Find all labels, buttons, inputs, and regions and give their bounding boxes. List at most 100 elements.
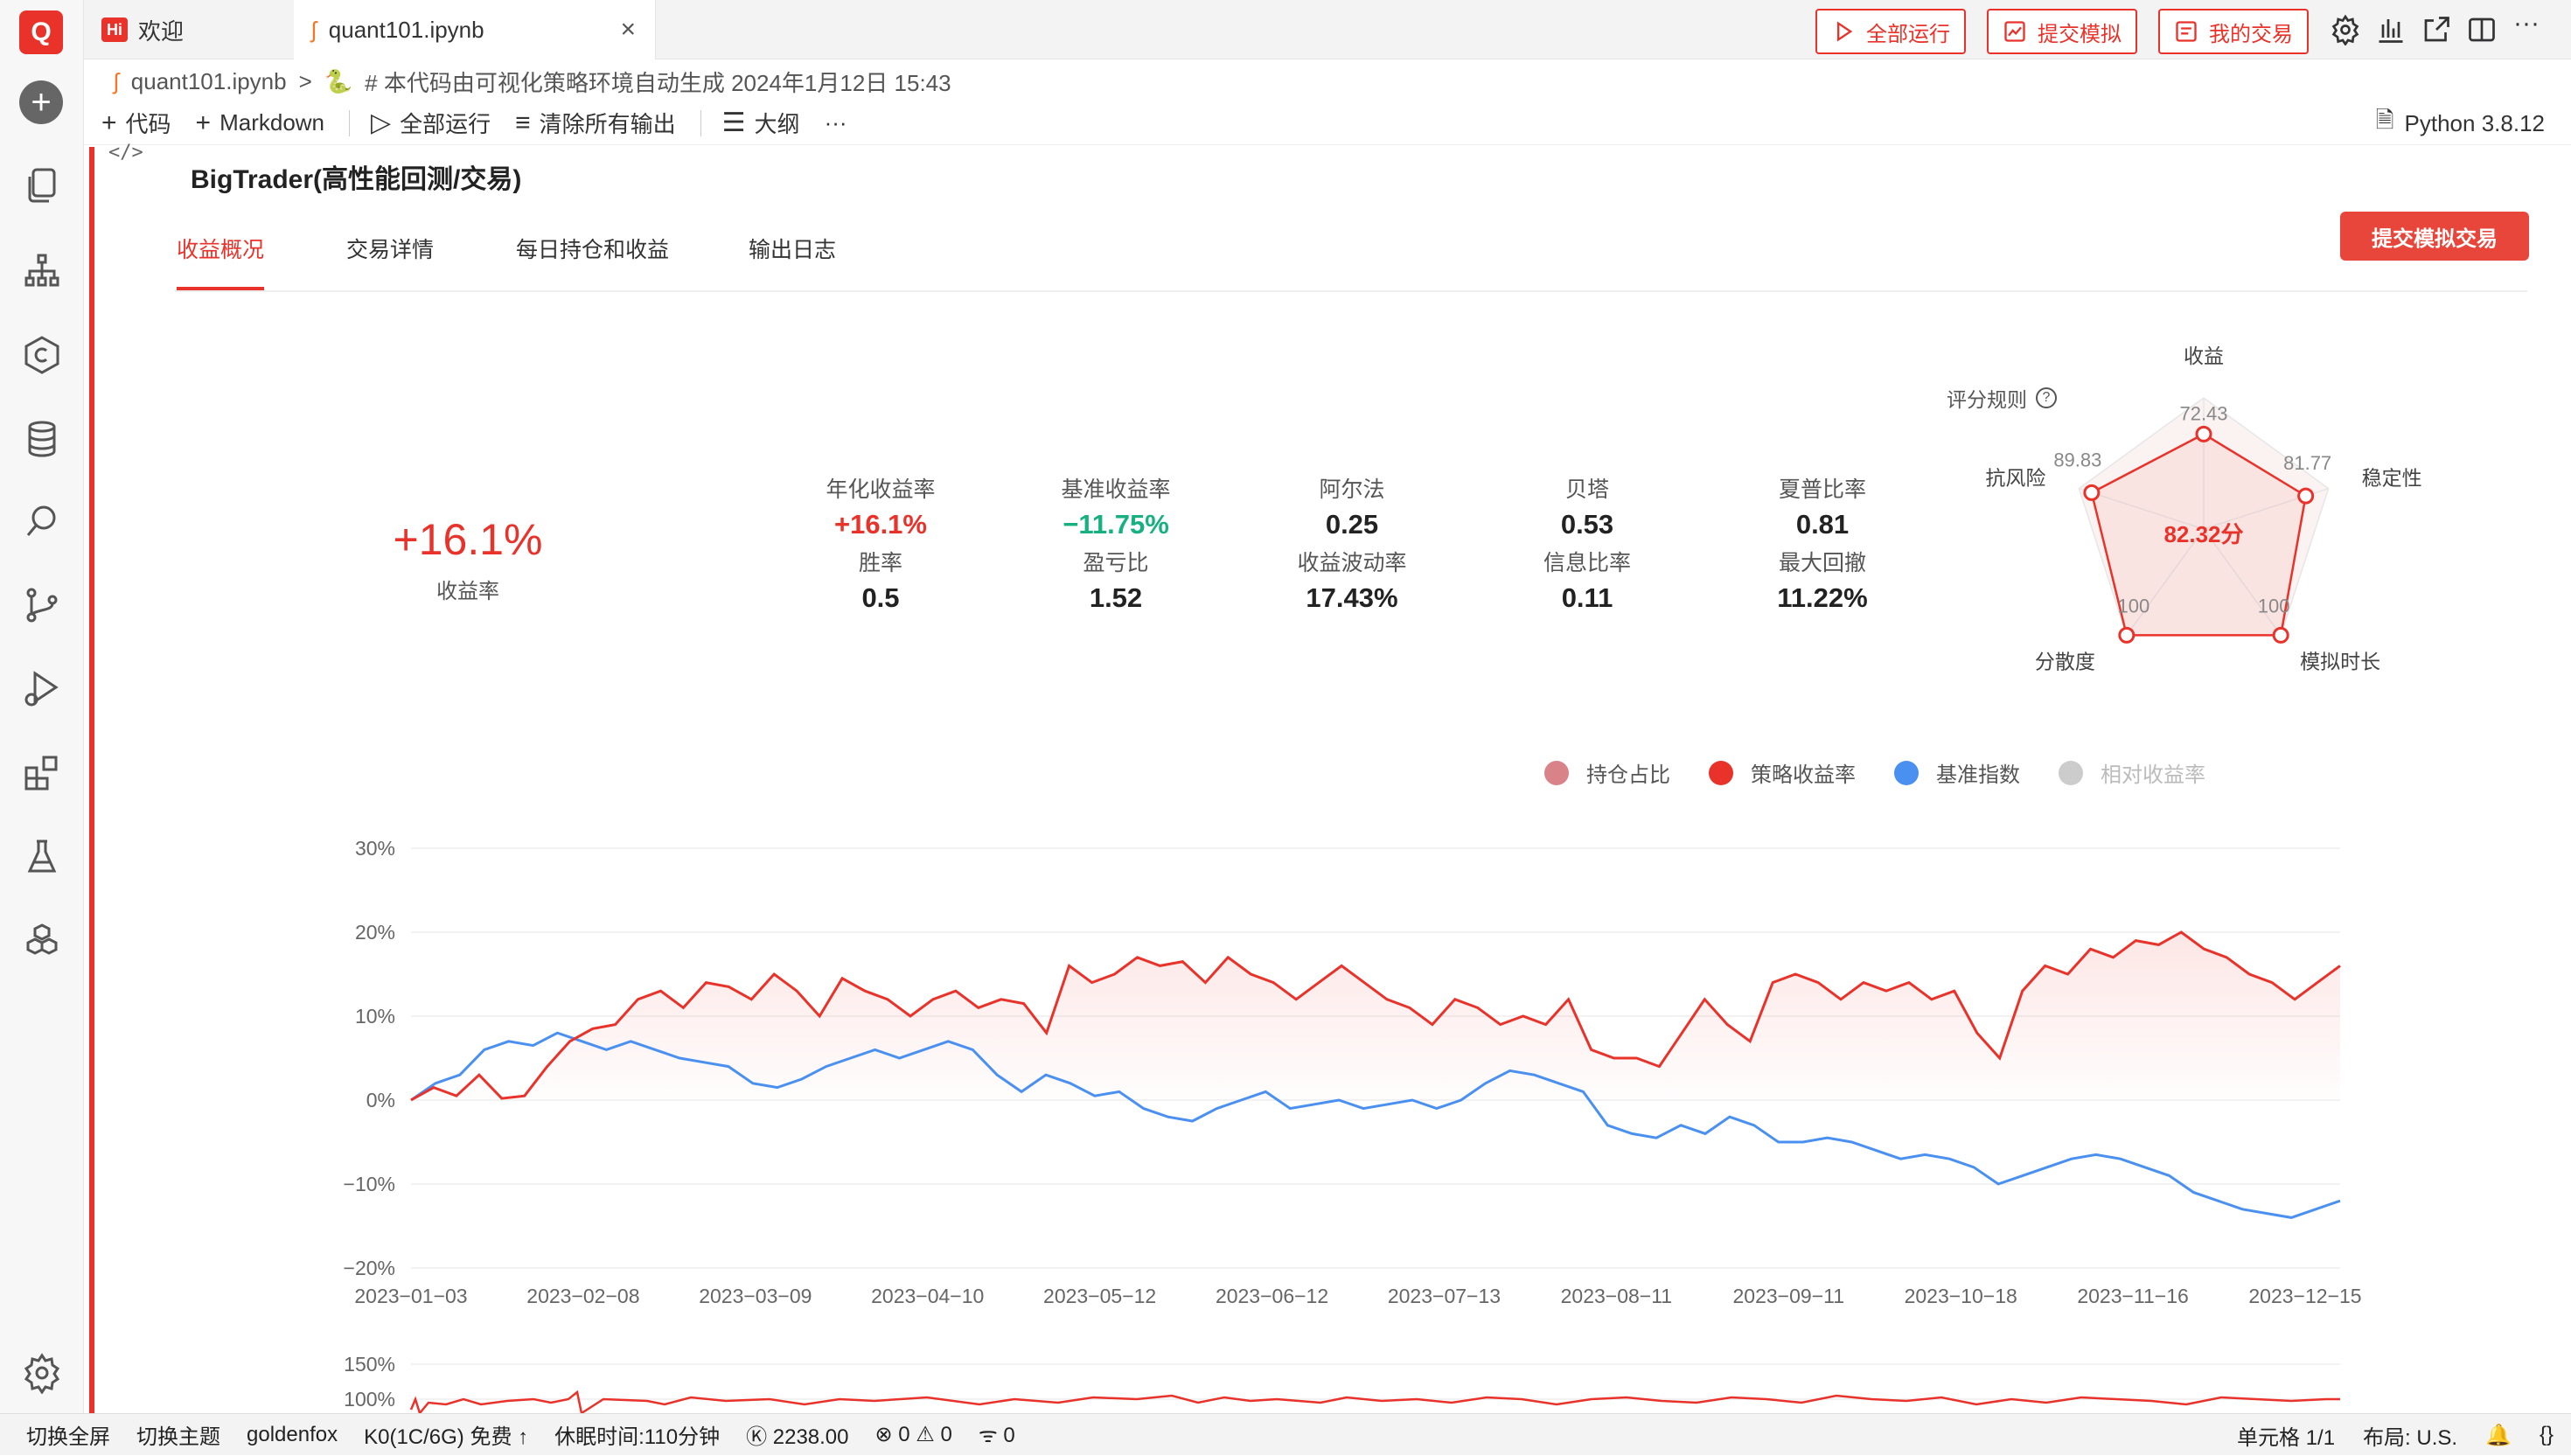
jupyter-icon: ʃ bbox=[311, 16, 317, 43]
tab-welcome[interactable]: Hi 欢迎 bbox=[84, 0, 294, 59]
radar-value-label: 100 bbox=[2117, 595, 2149, 617]
run-debug-icon[interactable] bbox=[19, 666, 65, 712]
radar-axis-label: 抗风险 bbox=[1985, 467, 2045, 490]
code-toggle-icon[interactable]: </> bbox=[108, 142, 143, 164]
xtick-label: 2023−06−12 bbox=[1216, 1285, 1328, 1307]
copyright-hex-icon[interactable] bbox=[19, 332, 65, 378]
metric-benchmark-return: 基准收益率 −11.75% bbox=[1061, 477, 1171, 540]
kernel-resources[interactable]: K0(1C/6G) 免费 ↑ bbox=[364, 1419, 528, 1450]
legend-item-strategy-return[interactable]: 策略收益率 bbox=[1709, 757, 1856, 788]
tab-trade-details[interactable]: 交易详情 bbox=[346, 233, 434, 290]
xtick-label: 2023−08−11 bbox=[1561, 1285, 1673, 1307]
radar-point bbox=[2272, 626, 2289, 644]
add-markdown-button[interactable]: + Markdown bbox=[196, 108, 324, 138]
chevron-right-icon: > bbox=[298, 67, 312, 94]
activity-bar: Q + bbox=[0, 0, 84, 1413]
tab-output-log[interactable]: 输出日志 bbox=[749, 233, 836, 290]
breadcrumb-section[interactable]: # 本代码由可视化策略环境自动生成 2024年1月12日 15:43 bbox=[365, 66, 951, 98]
radar-value-label: 81.77 bbox=[2283, 452, 2331, 474]
total-return-label: 收益率 bbox=[436, 580, 499, 603]
search-icon[interactable] bbox=[19, 498, 65, 544]
outline-button[interactable]: ☰ 大纲 bbox=[722, 107, 800, 139]
close-icon[interactable]: × bbox=[620, 15, 636, 45]
radar-point bbox=[2118, 626, 2136, 644]
jupyter-icon: ʃ bbox=[114, 67, 119, 94]
kernel-selector[interactable]: 🗎 Python 3.8.12 bbox=[2376, 101, 2545, 145]
returns-line-chart: 30% 20% 10% 0% −10% −20% 2023−01−03 2023−02−08… bbox=[344, 837, 2361, 1307]
new-item-button[interactable]: + bbox=[19, 80, 63, 124]
list-icon: ☰ bbox=[721, 108, 746, 137]
radar-point bbox=[2195, 425, 2212, 442]
status-bar: 切换全屏 切换主题 goldenfox K0(1C/6G) 免费 ↑ 休眠时间:… bbox=[0, 1413, 2571, 1455]
sub-ytick-label: 150% bbox=[344, 1353, 395, 1376]
source-control-icon[interactable] bbox=[19, 582, 65, 628]
tab-label: 欢迎 bbox=[138, 17, 185, 45]
add-code-button[interactable]: + 代码 bbox=[101, 107, 171, 139]
toolbar-more-button[interactable]: ··· bbox=[825, 109, 847, 136]
share-icon[interactable] bbox=[2421, 14, 2452, 45]
xtick-label: 2023−12−15 bbox=[2248, 1285, 2361, 1307]
legend-dot bbox=[2059, 760, 2083, 785]
metric-win-rate: 胜率 0.5 bbox=[858, 551, 902, 613]
bar-chart-icon[interactable] bbox=[2375, 14, 2407, 45]
radar-axis-label: 稳定性 bbox=[2362, 467, 2422, 490]
run-all-icon: ▷ bbox=[371, 108, 392, 137]
braces-icon[interactable]: {} bbox=[2540, 1423, 2554, 1447]
my-trades-button[interactable]: 我的交易 bbox=[2158, 9, 2309, 54]
divider bbox=[700, 109, 701, 136]
series-line-position-ratio bbox=[409, 1390, 2340, 1413]
strategy-area bbox=[411, 932, 2340, 1100]
flask-icon[interactable] bbox=[19, 834, 65, 880]
legend-item-relative-return[interactable]: 相对收益率 bbox=[2059, 757, 2205, 788]
toggle-fullscreen[interactable]: 切换全屏 bbox=[26, 1419, 110, 1450]
sleep-time[interactable]: 休眠时间:110分钟 bbox=[554, 1419, 720, 1450]
legend-item-position-ratio[interactable]: 持仓占比 bbox=[1544, 757, 1670, 788]
plus-icon: + bbox=[195, 108, 212, 137]
cell-position[interactable]: 单元格 1/1 bbox=[2237, 1420, 2335, 1451]
run-all-button[interactable]: 全部运行 bbox=[1815, 9, 1966, 54]
breadcrumb-file[interactable]: quant101.ipynb bbox=[131, 68, 287, 95]
tab-label: quant101.ipynb bbox=[328, 16, 484, 43]
tab-notebook[interactable]: ʃ quant101.ipynb × bbox=[294, 0, 656, 59]
legend-dot bbox=[1544, 760, 1569, 785]
app-logo[interactable]: Q bbox=[19, 10, 63, 54]
editor-tab-bar: Hi 欢迎 ʃ quant101.ipynb × 全部运行 提交模拟 我的交易 … bbox=[84, 0, 2571, 59]
python-icon: 🐍 bbox=[324, 67, 353, 94]
bell-icon[interactable]: 🔔 bbox=[2485, 1423, 2512, 1448]
keyboard-layout[interactable]: 布局: U.S. bbox=[2363, 1420, 2457, 1451]
more-icon[interactable]: ··· bbox=[2513, 9, 2545, 40]
split-editor-icon[interactable] bbox=[2466, 14, 2498, 45]
database-icon[interactable] bbox=[19, 416, 65, 462]
submit-sim-trade-button[interactable]: 提交模拟交易 bbox=[2340, 212, 2529, 261]
active-cell-marker bbox=[89, 147, 94, 1413]
credits-balance[interactable]: Ⓚ 2238.00 bbox=[746, 1419, 848, 1450]
tab-daily-positions[interactable]: 每日持仓和收益 bbox=[516, 233, 669, 290]
clear-outputs-button[interactable]: ≡ 清除所有输出 bbox=[515, 107, 676, 139]
chart-legend: 持仓占比 策略收益率 基准指数 相对收益率 bbox=[1544, 757, 2205, 788]
metric-information-ratio: 信息比率 0.11 bbox=[1543, 551, 1631, 613]
gear-icon[interactable] bbox=[2330, 14, 2361, 45]
settings-icon[interactable] bbox=[19, 1350, 65, 1396]
kernel-icon: 🗎 bbox=[2375, 107, 2394, 133]
extensions-icon[interactable] bbox=[19, 750, 65, 796]
ytick-label: 30% bbox=[355, 837, 395, 860]
user-name[interactable]: goldenfox bbox=[247, 1423, 338, 1447]
tab-return-overview[interactable]: 收益概况 bbox=[177, 233, 265, 290]
toggle-theme[interactable]: 切换主题 bbox=[136, 1419, 220, 1450]
metric-profit-loss-ratio: 盈亏比 1.52 bbox=[1083, 551, 1149, 613]
notebook-toolbar: + 代码 + Markdown ▷ 全部运行 ≡ 清除所有输出 ☰ 大纲 ··· 🗎 Py… bbox=[84, 101, 2571, 145]
files-icon[interactable] bbox=[19, 163, 65, 208]
metric-sharpe: 夏普比率 0.81 bbox=[1778, 477, 1866, 540]
breadcrumb: ʃ quant101.ipynb > 🐍 # 本代码由可视化策略环境自动生成 2… bbox=[114, 63, 951, 100]
cubes-icon[interactable] bbox=[19, 918, 65, 964]
legend-item-benchmark[interactable]: 基准指数 bbox=[1894, 757, 2020, 788]
problems-count[interactable]: ⊗ 0 ⚠ 0 bbox=[875, 1422, 952, 1447]
divider bbox=[349, 109, 351, 136]
ports-count[interactable]: ᯤ 0 bbox=[979, 1420, 1015, 1449]
submit-simulation-button[interactable]: 提交模拟 bbox=[1987, 9, 2137, 54]
sub-ytick-label: 100% bbox=[344, 1388, 395, 1411]
metric-beta: 贝塔 0.53 bbox=[1560, 477, 1614, 540]
run-all-cells-button[interactable]: ▷ 全部运行 bbox=[371, 107, 491, 139]
hierarchy-icon[interactable] bbox=[19, 248, 65, 294]
output-tabs: 收益概况 交易详情 每日持仓和收益 输出日志 bbox=[175, 220, 2527, 292]
